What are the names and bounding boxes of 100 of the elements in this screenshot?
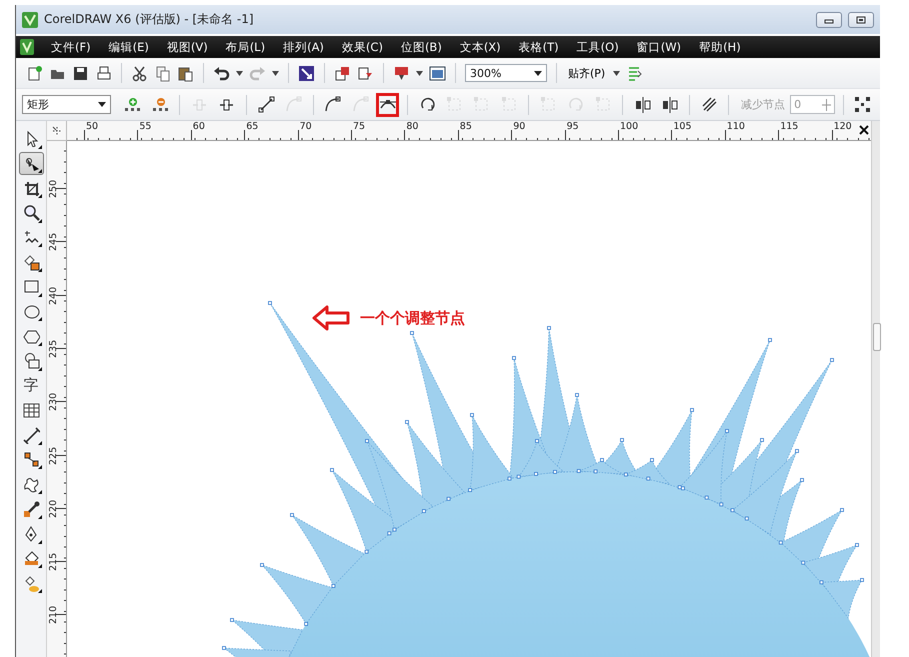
tool-icon [22,500,40,518]
menu-item[interactable]: 位图(B) [392,40,451,54]
menu-item[interactable]: 文件(F) [42,40,100,54]
tool-icon [22,451,40,468]
ruler-end-icon [859,125,869,135]
printer-icon[interactable] [95,64,112,82]
flyout-arrow-icon [38,194,42,198]
node-tool-icon [594,96,612,113]
snap-menu-button[interactable]: 贴齐(P) [566,66,608,80]
tool-icon [22,525,40,542]
flyout-arrow-icon [38,366,42,371]
node-tool-icon [324,96,342,113]
ruler-label: 210 [48,606,59,624]
restore-button[interactable] [848,12,874,28]
flyout-arrow-icon [38,490,42,494]
ruler-label: 235 [48,340,59,358]
flyout-arrow-icon [38,243,42,248]
text-tool-button[interactable]: 字 [18,374,44,398]
snap-options-icon[interactable] [626,64,644,82]
ruler-label: 50 [86,121,98,132]
ruler-label: 240 [48,286,59,305]
menu-item[interactable]: 文本(X) [450,40,510,54]
menu-item[interactable]: 布局(L) [216,40,274,54]
ruler-label: 105 [673,121,692,132]
scrollbar-thumb[interactable] [873,323,881,351]
caret-icon[interactable] [236,70,243,76]
save-icon[interactable] [72,64,89,82]
flyout-arrow-icon [38,342,42,346]
import-icon[interactable] [334,64,351,82]
highlighted-node-tool-button[interactable] [376,92,400,116]
menu-item[interactable]: 编辑(E) [100,40,158,54]
tool-icon [22,303,40,320]
copy-icon[interactable] [154,64,171,82]
window-screen-icon[interactable] [429,64,446,82]
tool-icon [22,254,40,271]
export-icon[interactable] [357,64,374,82]
ruler-label: 220 [48,500,59,518]
flyout-arrow-icon [38,540,42,544]
annotation-text: 一个个调整节点 [360,308,465,328]
menu-item[interactable]: 窗口(W) [628,40,690,54]
node-tool-icon [352,96,369,113]
undo-icon[interactable] [213,64,230,82]
menu-item[interactable]: 表格(T) [510,40,568,54]
scissors-icon[interactable] [131,64,148,82]
minimize-button[interactable] [816,12,842,28]
flyout-arrow-icon [38,218,42,223]
node-tool-icon [446,96,464,113]
caret-icon[interactable] [613,70,620,76]
menu-item[interactable]: 帮助(H) [690,40,750,54]
tool-icon [22,204,40,222]
shape-dropdown[interactable]: 矩形 [22,95,111,114]
node-tool-icon [854,96,872,113]
node-tool-icon [500,96,518,113]
ruler-label: 250 [48,180,59,198]
node-tool-icon [152,96,169,113]
reduce-nodes-label: 减少节点 [741,97,786,112]
tool-icon [22,426,40,444]
ruler-label: 65 [246,121,258,132]
tool-icon [22,352,40,370]
menu-item[interactable]: 排列(A) [274,40,333,54]
flyout-arrow-icon [38,292,42,297]
ruler-label: 85 [460,121,472,132]
ruler-label: 120 [834,121,852,132]
node-tool-icon [540,96,558,113]
restore-icon [856,16,866,24]
tool-icon [22,574,40,592]
caret-icon[interactable] [416,70,423,76]
menu-item[interactable]: 工具(O) [568,40,628,54]
tool-icon [22,328,40,345]
menu-item[interactable]: 视图(V) [158,40,217,54]
ruler-label: 245 [48,233,59,252]
ruler-label: 215 [48,552,59,572]
ruler-label: 225 [48,446,59,464]
caret-icon [98,102,106,107]
node-tool-icon [567,96,584,113]
ruler-label: 60 [192,121,205,132]
ruler-label: 80 [406,121,418,132]
node-tool-icon [661,96,678,113]
menu-item[interactable]: 效果(C) [332,40,392,54]
node-tool-icon [700,96,718,113]
flyout-arrow-icon [38,169,42,174]
caret-icon[interactable] [272,70,279,76]
zoom-dropdown[interactable]: 300% [465,64,547,82]
clipboard-icon[interactable] [177,64,194,82]
node-tool-icon [418,96,436,113]
ruler-label: 100 [620,121,638,132]
app-logo-icon [20,39,34,55]
ruler-origin-icon [50,124,62,136]
node-tool-icon [124,96,142,113]
tool-icon [22,278,40,296]
tool-icon [22,180,40,197]
window-title: CorelDRAW X6 (评估版) - [未命名 -1] [44,11,255,28]
tool-icon [22,476,40,493]
flyout-arrow-icon [38,317,42,322]
ruler-label: 115 [780,121,798,132]
shape-tool-button[interactable] [18,152,44,176]
node-tool-icon [258,96,275,113]
node-tool-icon [473,96,490,113]
new-document-icon[interactable] [26,64,43,82]
node-tool-icon [284,96,302,113]
